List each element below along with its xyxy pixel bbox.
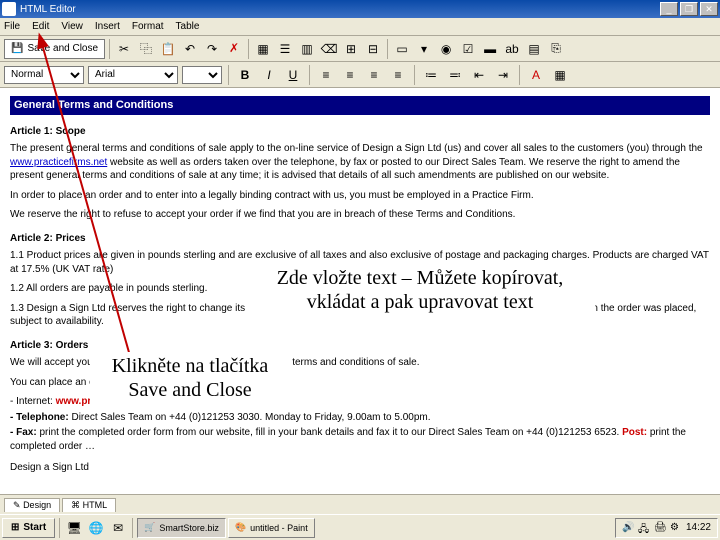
system-tray: 🔊 🖧 🖨 ⚙ 14:22 xyxy=(615,518,718,538)
tray-icon[interactable]: 🔊 xyxy=(622,522,634,534)
bullet-list-icon[interactable]: ≔ xyxy=(421,65,441,85)
app-icon xyxy=(2,2,16,16)
separator xyxy=(309,65,310,85)
start-button[interactable]: ⊞ Start xyxy=(2,518,55,538)
clock: 14:22 xyxy=(686,522,711,533)
save-icon: 💾 xyxy=(11,43,23,54)
window-title: HTML Editor xyxy=(20,4,660,15)
separator xyxy=(132,518,133,538)
textarea-icon[interactable]: ▤ xyxy=(524,39,544,59)
practicefirms-link[interactable]: www.practicefirms.net xyxy=(10,157,107,168)
font-color-icon[interactable]: A xyxy=(526,65,546,85)
separator xyxy=(59,518,60,538)
size-select[interactable] xyxy=(182,66,222,84)
tray-icon[interactable]: 🖨 xyxy=(654,522,666,534)
window-titlebar: HTML Editor _ ❐ ✕ xyxy=(0,0,720,18)
bullet-fax: - Fax: print the completed order form fr… xyxy=(10,426,710,453)
menu-view[interactable]: View xyxy=(61,21,83,32)
menu-format[interactable]: Format xyxy=(132,21,164,32)
menu-file[interactable]: File xyxy=(4,21,20,32)
taskbar-item-smartstore[interactable]: 🛒 SmartStore.biz xyxy=(137,518,226,538)
style-select[interactable]: Normal xyxy=(4,66,84,84)
article-3-title: Article 3: Orders xyxy=(10,339,710,353)
table-icon[interactable]: ▦ xyxy=(253,39,273,59)
font-select[interactable]: Arial xyxy=(88,66,178,84)
indent-icon[interactable]: ⇥ xyxy=(493,65,513,85)
html-icon[interactable]: ⎘ xyxy=(546,39,566,59)
annotation-click-save: Klikněte na tlačítka Save and Close xyxy=(90,352,290,404)
separator xyxy=(414,65,415,85)
close-button[interactable]: ✕ xyxy=(700,2,718,16)
annotation-insert-text: Zde vložte text – Můžete kopírovat, vklá… xyxy=(245,264,595,316)
view-tabs: ✎ Design ⌘ HTML xyxy=(0,494,720,514)
app-icon: 🎨 xyxy=(235,522,246,533)
textfield-icon[interactable]: ab xyxy=(502,39,522,59)
merge-icon[interactable]: ⊞ xyxy=(341,39,361,59)
align-right-icon[interactable]: ≡ xyxy=(364,65,384,85)
underline-button[interactable]: U xyxy=(283,65,303,85)
windows-icon: ⊞ xyxy=(11,522,19,533)
tab-html[interactable]: ⌘ HTML xyxy=(62,498,116,512)
undo-icon[interactable]: ↶ xyxy=(180,39,200,59)
insert-col-icon[interactable]: ▥ xyxy=(297,39,317,59)
separator xyxy=(109,39,110,59)
dropdown-icon[interactable]: ▾ xyxy=(414,39,434,59)
article-1-p3: We reserve the right to refuse to accept… xyxy=(10,208,710,222)
doc-heading: General Terms and Conditions xyxy=(10,96,710,115)
menu-table[interactable]: Table xyxy=(176,21,200,32)
spellcheck-icon[interactable]: ✗ xyxy=(224,39,244,59)
article-1-title: Article 1: Scope xyxy=(10,125,710,139)
italic-button[interactable]: I xyxy=(259,65,279,85)
outdent-icon[interactable]: ⇤ xyxy=(469,65,489,85)
delete-row-icon[interactable]: ⌫ xyxy=(319,39,339,59)
minimize-button[interactable]: _ xyxy=(660,2,678,16)
menu-bar: File Edit View Insert Format Table xyxy=(0,18,720,36)
insert-row-icon[interactable]: ☰ xyxy=(275,39,295,59)
article-1-p2: In order to place an order and to enter … xyxy=(10,189,710,203)
separator xyxy=(519,65,520,85)
save-and-close-button[interactable]: 💾 Save and Close xyxy=(4,39,105,59)
redo-icon[interactable]: ↷ xyxy=(202,39,222,59)
checkbox-icon[interactable]: ☑ xyxy=(458,39,478,59)
copy-icon[interactable]: ⿻ xyxy=(136,39,156,59)
tray-icon[interactable]: 🖧 xyxy=(638,522,650,534)
menu-insert[interactable]: Insert xyxy=(95,21,120,32)
menu-edit[interactable]: Edit xyxy=(32,21,49,32)
number-list-icon[interactable]: ≕ xyxy=(445,65,465,85)
tray-icon[interactable]: ⚙ xyxy=(670,522,682,534)
quicklaunch-icon[interactable]: 🌐 xyxy=(86,518,106,538)
paste-icon[interactable]: 📋 xyxy=(158,39,178,59)
align-justify-icon[interactable]: ≡ xyxy=(388,65,408,85)
window-controls: _ ❐ ✕ xyxy=(660,2,718,16)
toolbar-format: Normal Arial B I U ≡ ≡ ≡ ≡ ≔ ≕ ⇤ ⇥ A ▦ xyxy=(0,62,720,88)
design-icon: ✎ xyxy=(13,500,21,510)
bold-button[interactable]: B xyxy=(235,65,255,85)
separator xyxy=(248,39,249,59)
align-center-icon[interactable]: ≡ xyxy=(340,65,360,85)
cut-icon[interactable]: ✂ xyxy=(114,39,134,59)
tab-design[interactable]: ✎ Design xyxy=(4,498,60,512)
separator xyxy=(228,65,229,85)
doc-footer: Design a Sign Ltd xyxy=(10,461,710,475)
bullet-telephone: - Telephone: - Telephone: Direct Sales T… xyxy=(10,411,710,425)
radio-icon[interactable]: ◉ xyxy=(436,39,456,59)
save-and-close-label: Save and Close xyxy=(27,43,98,54)
taskbar-item-paint[interactable]: 🎨 untitled - Paint xyxy=(228,518,315,538)
separator xyxy=(387,39,388,59)
quicklaunch-icon[interactable]: ✉ xyxy=(108,518,128,538)
maximize-button[interactable]: ❐ xyxy=(680,2,698,16)
split-icon[interactable]: ⊟ xyxy=(363,39,383,59)
article-2-title: Article 2: Prices xyxy=(10,232,710,246)
article-1-p1: The present general terms and conditions… xyxy=(10,142,710,183)
quicklaunch-icon[interactable]: 🖥 xyxy=(64,518,84,538)
toolbar-main: 💾 Save and Close ✂ ⿻ 📋 ↶ ↷ ✗ ▦ ☰ ▥ ⌫ ⊞ ⊟… xyxy=(0,36,720,62)
bg-color-icon[interactable]: ▦ xyxy=(550,65,570,85)
taskbar: ⊞ Start 🖥 🌐 ✉ 🛒 SmartStore.biz 🎨 untitle… xyxy=(0,514,720,540)
button-icon[interactable]: ▬ xyxy=(480,39,500,59)
align-left-icon[interactable]: ≡ xyxy=(316,65,336,85)
form-icon[interactable]: ▭ xyxy=(392,39,412,59)
html-icon: ⌘ xyxy=(71,500,80,510)
app-icon: 🛒 xyxy=(144,522,155,533)
